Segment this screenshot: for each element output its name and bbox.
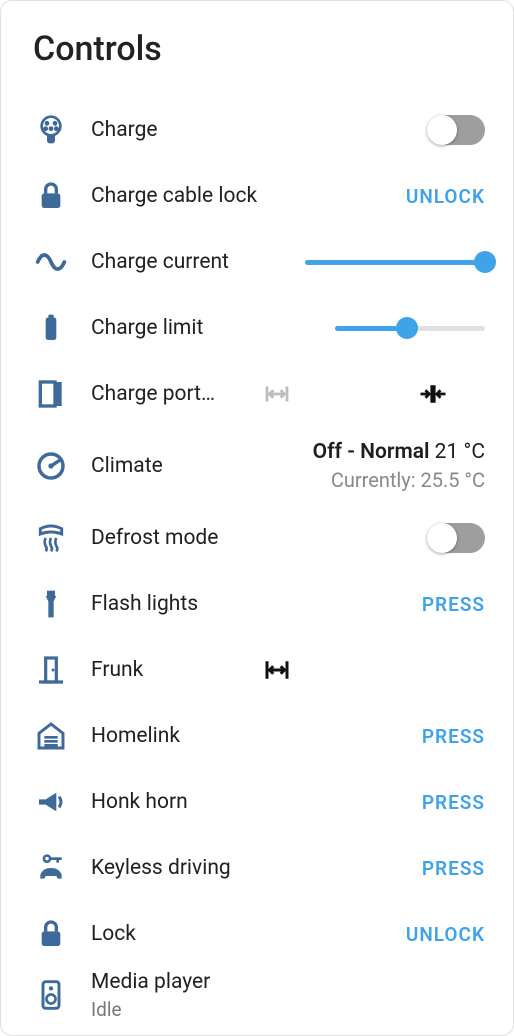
climate-state: Off xyxy=(313,440,342,464)
charge-limit-label: Charge limit xyxy=(91,315,241,341)
charge-port-icon xyxy=(29,378,73,410)
bullhorn-icon xyxy=(29,786,73,818)
climate-values: Off - Normal 21 °C Currently: 25.5 °C xyxy=(259,440,485,492)
row-homelink: Homelink PRESS xyxy=(29,703,485,769)
defrost-label: Defrost mode xyxy=(91,525,314,551)
charge-label: Charge xyxy=(91,117,283,143)
row-media[interactable]: Media player Idle xyxy=(29,967,485,1023)
media-status: Idle xyxy=(91,998,210,1021)
charge-toggle[interactable] xyxy=(427,115,485,145)
controls-card: Controls Charge Charge cable lock UNLOCK… xyxy=(0,0,514,1036)
lock-icon xyxy=(29,180,73,212)
row-climate[interactable]: Climate Off - Normal 21 °C Currently: 25… xyxy=(29,427,485,505)
page-title: Controls xyxy=(29,29,485,69)
row-horn: Honk horn PRESS xyxy=(29,769,485,835)
garage-icon xyxy=(29,720,73,752)
lock-label: Lock xyxy=(91,921,262,947)
homelink-press-button[interactable]: PRESS xyxy=(422,725,485,748)
defrost-toggle[interactable] xyxy=(427,523,485,553)
charge-current-slider[interactable] xyxy=(305,253,485,271)
horn-press-button[interactable]: PRESS xyxy=(422,791,485,814)
lock-unlock-button[interactable]: UNLOCK xyxy=(406,923,485,946)
keyless-label: Keyless driving xyxy=(91,855,317,881)
sine-wave-icon xyxy=(29,246,73,278)
row-lock: Lock UNLOCK xyxy=(29,901,485,967)
flash-press-button[interactable]: PRESS xyxy=(422,593,485,616)
charge-port-close-button[interactable] xyxy=(415,376,451,412)
row-cable-lock: Charge cable lock UNLOCK xyxy=(29,163,485,229)
row-flash: Flash lights PRESS xyxy=(29,571,485,637)
climate-preset: Normal xyxy=(360,440,429,464)
climate-label: Climate xyxy=(91,453,241,479)
charge-port-label: Charge port… xyxy=(91,381,241,407)
row-charge-port: Charge port… xyxy=(29,361,485,427)
homelink-label: Homelink xyxy=(91,723,292,749)
speaker-icon xyxy=(29,979,73,1011)
battery-icon xyxy=(29,312,73,344)
horn-label: Honk horn xyxy=(91,789,296,815)
climate-set-temp: 21 °C xyxy=(435,440,485,464)
row-defrost: Defrost mode xyxy=(29,505,485,571)
row-charge-limit: Charge limit xyxy=(29,295,485,361)
row-charge-current: Charge current xyxy=(29,229,485,295)
charge-limit-slider[interactable] xyxy=(335,319,485,337)
flashlight-icon xyxy=(29,588,73,620)
flash-label: Flash lights xyxy=(91,591,301,617)
defrost-icon xyxy=(29,522,73,554)
charge-port-open-button xyxy=(259,376,295,412)
cable-lock-label: Charge cable lock xyxy=(91,183,322,209)
keyless-press-button[interactable]: PRESS xyxy=(422,857,485,880)
row-frunk: Frunk xyxy=(29,637,485,703)
row-keyless: Keyless driving PRESS xyxy=(29,835,485,901)
climate-current-temp: Currently: 25.5 °C xyxy=(259,468,485,492)
car-key-icon xyxy=(29,852,73,884)
frunk-open-button[interactable] xyxy=(259,652,295,688)
lock-icon xyxy=(29,918,73,950)
gauge-icon xyxy=(29,450,73,482)
charge-current-label: Charge current xyxy=(91,249,241,275)
door-icon xyxy=(29,654,73,686)
cable-lock-unlock-button[interactable]: UNLOCK xyxy=(406,185,485,208)
row-charge: Charge xyxy=(29,97,485,163)
frunk-label: Frunk xyxy=(91,657,241,683)
ev-connector-icon xyxy=(29,114,73,146)
media-label: Media player xyxy=(91,969,210,995)
